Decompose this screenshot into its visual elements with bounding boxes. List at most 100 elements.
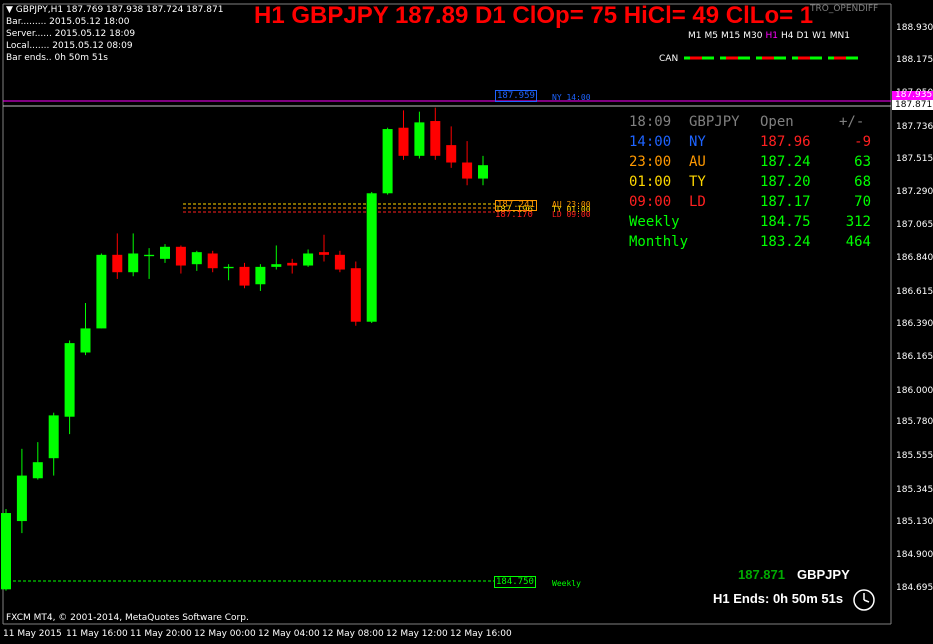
timeframe-m15[interactable]: M15 — [721, 31, 740, 41]
timeframe-m30[interactable]: M30 — [743, 31, 762, 41]
info-line-local: Local....... 2015.05.12 08:09 — [6, 41, 133, 51]
timeframe-h4[interactable]: H4 — [781, 31, 794, 41]
price-tick-label: 188.175 — [896, 55, 933, 65]
candle — [446, 126, 457, 168]
time-tick-label: 11 May 20:00 — [130, 629, 192, 639]
timeframe-h1[interactable]: H1 — [765, 31, 778, 41]
time-tick-label: 11 May 2015 — [3, 629, 62, 639]
price-tick-label: 185.345 — [896, 485, 933, 495]
session-time: 09:00 — [629, 194, 672, 210]
session-row: Monthly 183.24 464 — [629, 234, 879, 254]
candle-body — [1, 513, 11, 590]
candle — [80, 302, 91, 356]
current-price-label: 187.871 — [892, 100, 933, 110]
session-time: 01:00 — [629, 174, 672, 190]
session-time: Weekly — [629, 214, 680, 230]
timeframe-mn1[interactable]: MN1 — [830, 31, 850, 41]
big-title: H1 GBPJPY 187.89 D1 ClOp= 75 HiCl= 49 Cl… — [254, 2, 814, 29]
candle — [1, 509, 11, 591]
candle-body — [255, 266, 266, 285]
candle-body — [446, 145, 457, 163]
price-tick-label: 186.000 — [896, 386, 933, 396]
can-label: CAN — [659, 54, 679, 64]
info-line-bar: Bar......... 2015.05.12 18:00 — [6, 17, 130, 27]
price-box-weekly: 184.750 — [494, 576, 536, 588]
price-chart[interactable] — [0, 0, 933, 644]
candle-body — [80, 328, 91, 353]
symbol-header: ▼ GBPJPY,H1 187.769 187.938 187.724 187.… — [6, 4, 223, 16]
candle — [350, 261, 361, 326]
session-name: LD — [689, 194, 706, 210]
candle-body — [414, 122, 425, 156]
info-line-bar-ends: Bar ends.. 0h 50m 51s — [6, 53, 108, 63]
session-row: 09:00 LD 187.17 70 — [629, 194, 879, 214]
candle-body — [96, 254, 107, 329]
price-tick-label: 186.615 — [896, 287, 933, 297]
candle — [191, 250, 202, 271]
session-row: 23:00 AU 187.24 63 — [629, 154, 879, 174]
candle-body — [319, 252, 329, 255]
candle — [223, 264, 234, 281]
candle-body — [16, 475, 27, 522]
level-label-ld: LD 09:00 — [552, 210, 591, 219]
session-open: 187.17 — [760, 194, 811, 210]
candle-body — [478, 165, 488, 179]
header-symbol: GBPJPY — [689, 114, 740, 130]
price-tick-label: 186.165 — [896, 352, 933, 362]
timeframe-w1[interactable]: W1 — [812, 31, 827, 41]
candle-body — [303, 253, 314, 266]
candle — [144, 248, 155, 279]
header-time: 18:09 — [629, 114, 672, 130]
session-name: TY — [689, 174, 706, 190]
chart-frame — [2, 3, 892, 625]
candle — [462, 141, 473, 186]
candle — [239, 262, 250, 289]
price-tick-label: 187.065 — [896, 220, 933, 230]
time-tick-label: 12 May 08:00 — [322, 629, 384, 639]
session-open: 187.20 — [760, 174, 811, 190]
session-table: 18:09 GBPJPY Open +/- 14:00 NY 187.96 -9 23:00 AU… — [629, 114, 879, 254]
price-tick-label: 187.515 — [896, 154, 933, 164]
price-tick-label: 188.930 — [896, 23, 933, 33]
info-line-server: Server...... 2015.05.12 18:09 — [6, 29, 136, 39]
session-time: 23:00 — [629, 154, 672, 170]
clock-icon — [852, 588, 876, 612]
level-label-weekly: Weekly — [552, 579, 581, 588]
bottom-price: 187.871 — [738, 567, 785, 582]
timeframe-m5[interactable]: M5 — [705, 31, 719, 41]
indicator-name: TRO_OPENDIFF — [810, 4, 879, 14]
price-tick-label: 185.780 — [896, 417, 933, 427]
price-box-ny: 187.959 — [495, 90, 537, 102]
session-row: 14:00 NY 187.96 -9 — [629, 134, 879, 154]
copyright: FXCM MT4, © 2001-2014, MetaQuotes Softwa… — [6, 613, 249, 623]
session-open: 184.75 — [760, 214, 811, 230]
session-name: NY — [689, 134, 706, 150]
bottom-symbol: GBPJPY — [797, 567, 850, 582]
price-tick-label: 184.900 — [896, 550, 933, 560]
price-tick-label: 186.390 — [896, 319, 933, 329]
candle-body — [334, 254, 345, 270]
candle — [48, 412, 59, 476]
candle-body — [271, 264, 282, 267]
candle — [128, 233, 139, 277]
candle-body — [64, 343, 75, 417]
timeframe-m1[interactable]: M1 — [688, 31, 702, 41]
time-tick-label: 12 May 00:00 — [194, 629, 256, 639]
candlestick-series — [1, 107, 488, 591]
session-diff: 63 — [854, 154, 871, 170]
ask-price-label: 187.935 — [892, 91, 933, 100]
time-tick-label: 12 May 16:00 — [450, 629, 512, 639]
collapse-arrow-icon[interactable]: ▼ — [6, 5, 13, 15]
time-axis[interactable]: 11 May 2015 11 May 16:00 11 May 20:00 12 Ma… — [0, 625, 892, 644]
time-tick-label: 12 May 12:00 — [386, 629, 448, 639]
candle — [398, 110, 409, 160]
timeframe-d1[interactable]: D1 — [796, 31, 809, 41]
candle-body — [175, 246, 186, 266]
candle — [175, 245, 186, 274]
candle-body — [112, 254, 123, 273]
candle-body — [430, 121, 441, 156]
price-axis[interactable]: 188.930188.175187.950187.736187.515187.2… — [892, 0, 933, 624]
candle — [16, 448, 27, 534]
session-open: 187.96 — [760, 134, 811, 150]
candle — [96, 253, 107, 329]
